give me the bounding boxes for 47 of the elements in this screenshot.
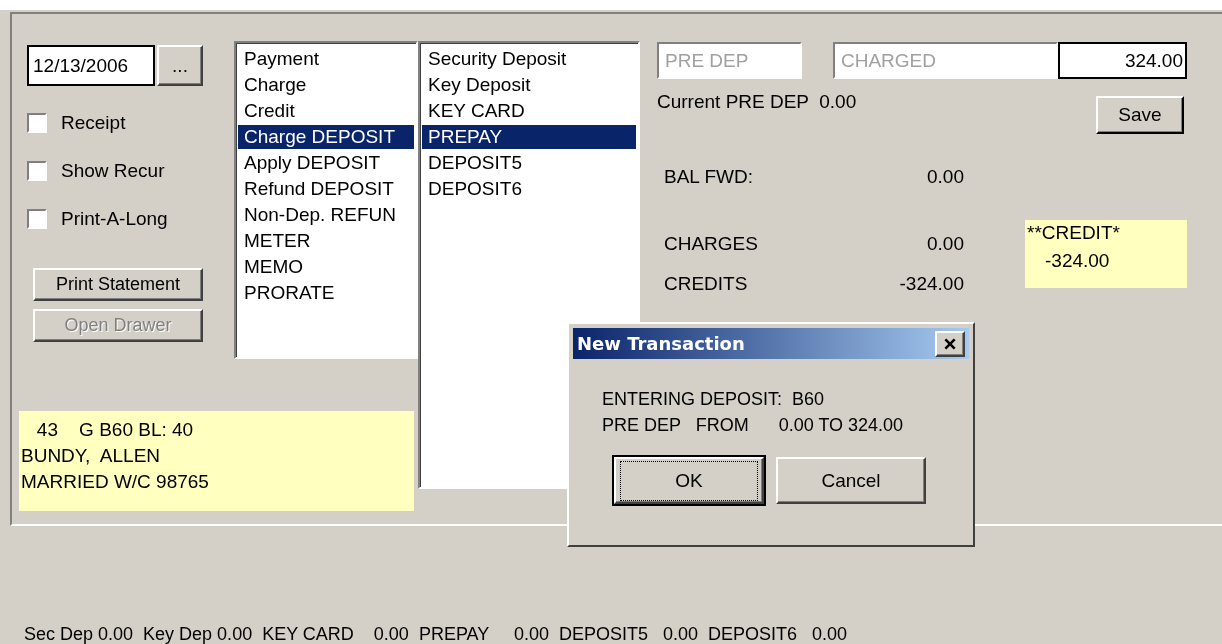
list-item[interactable]: PREPAY [422, 125, 636, 149]
input-field[interactable]: 324.00 [1058, 42, 1187, 79]
checkbox-option[interactable]: Receipt [27, 106, 234, 140]
list-item[interactable]: Apply DEPOSIT [238, 151, 414, 175]
list-item[interactable]: DEPOSIT5 [422, 151, 636, 175]
close-icon [943, 336, 957, 351]
list-item[interactable]: KEY CARD [422, 99, 636, 123]
summary-value: 0.00 [927, 232, 964, 256]
credit-value: -324.00 [1044, 250, 1111, 272]
close-button[interactable] [935, 330, 965, 357]
summary-label: CREDITS [664, 272, 748, 296]
date-picker-button[interactable]: ... [157, 45, 203, 86]
list-item[interactable]: DEPOSIT6 [422, 177, 636, 201]
tenant-info-line: BUNDY, ALLEN [21, 444, 162, 468]
list-item[interactable]: Charge [238, 73, 414, 97]
deposit-summary-line: Sec Dep 0.00 Key Dep 0.00 KEY CARD 0.00 PREPAY 0.00 DEPOSIT5 0.00 DEPOSIT6 0.00 [24, 624, 848, 644]
list-item[interactable]: METER [238, 229, 414, 253]
checkbox[interactable] [27, 113, 47, 133]
list-item[interactable]: Payment [238, 47, 414, 71]
list-item[interactable]: PRORATE [238, 281, 414, 305]
summary-label: BAL FWD: [664, 165, 754, 189]
credit-label: **CREDIT* [1027, 222, 1121, 244]
checkbox[interactable] [27, 209, 47, 229]
summary-value: -324.00 [899, 272, 964, 296]
checkbox[interactable] [27, 161, 47, 181]
dialog-button[interactable]: Cancel [776, 457, 926, 504]
tenant-info-line: 43 G B60 BL: 40 [35, 418, 195, 442]
list-item[interactable]: Non-Dep. REFUN [238, 203, 414, 227]
list-item[interactable]: Key Deposit [422, 73, 636, 97]
input-field[interactable]: CHARGED [833, 42, 1058, 79]
save-button[interactable]: Save [1096, 96, 1184, 134]
input-field[interactable]: PRE DEP [657, 42, 802, 79]
current-deposit-label: Current PRE DEP 0.00 [657, 91, 857, 113]
list-item[interactable]: Charge DEPOSIT [238, 125, 414, 149]
list-item[interactable]: Security Deposit [422, 47, 636, 71]
dialog-button[interactable]: OK [614, 457, 764, 504]
transaction-type-list[interactable]: Payment Charge Credit Charge DEPOSIT Apply DEPOSIT Refund DEPOSIT Non-Dep. REFUN METER MEMO PRORATE [234, 41, 418, 359]
list-item[interactable]: MEMO [238, 255, 414, 279]
action-button[interactable]: Print Statement [33, 268, 203, 301]
list-item[interactable]: Credit [238, 99, 414, 123]
checkbox-option[interactable]: Show Recur [27, 154, 234, 188]
summary-value: 0.00 [927, 165, 964, 189]
checkbox-option[interactable]: Print-A-Long [27, 202, 234, 236]
date-field[interactable]: 12/13/2006 [27, 45, 155, 86]
summary-label: CHARGES [664, 232, 758, 256]
tenant-info-line: MARRIED W/C 98765 [21, 470, 210, 494]
list-item[interactable]: Refund DEPOSIT [238, 177, 414, 201]
